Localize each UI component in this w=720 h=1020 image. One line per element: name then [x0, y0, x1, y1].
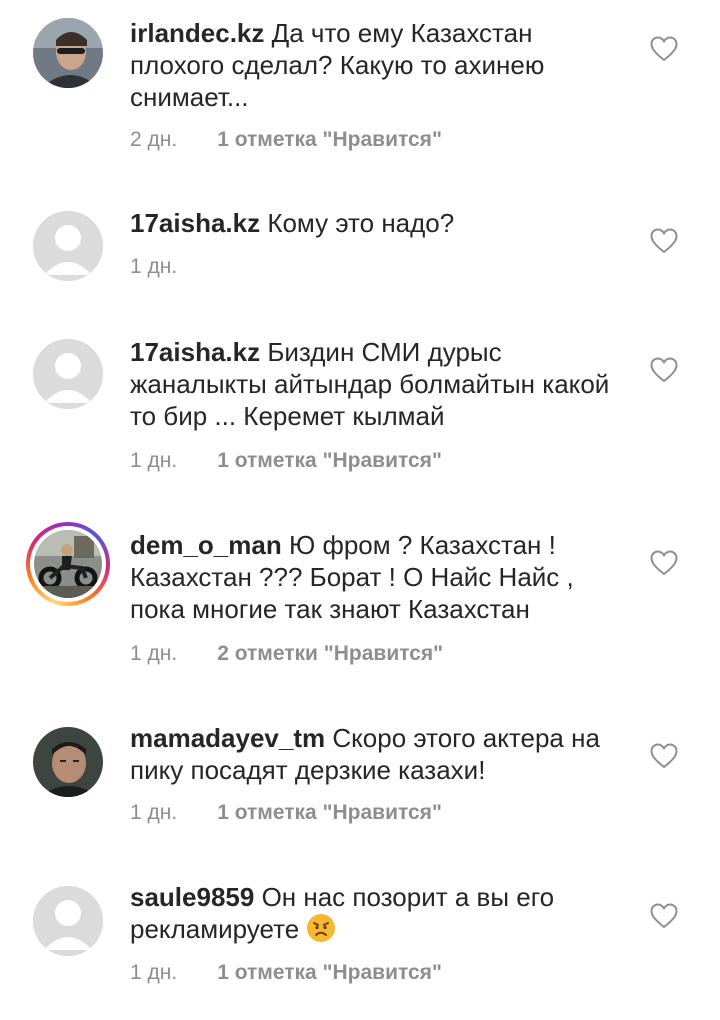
heart-icon[interactable]: [650, 903, 678, 929]
heart-icon[interactable]: [650, 357, 678, 383]
comment-username[interactable]: irlandec.kz: [130, 18, 264, 48]
avatar-photo: [33, 18, 103, 88]
persevering-face-emoji-icon: [307, 914, 336, 942]
comment-likes[interactable]: 1 отметка "Нравится": [217, 961, 442, 984]
comment-username[interactable]: dem_o_man: [130, 530, 282, 560]
avatar[interactable]: [33, 886, 103, 956]
comment-time: 1 дн.: [130, 449, 178, 472]
comment-likes[interactable]: 1 отметка "Нравится": [217, 449, 442, 472]
comment-meta: 1 дн.: [130, 254, 177, 280]
avatar[interactable]: [33, 339, 103, 409]
comment-username[interactable]: 17aisha.kz: [130, 208, 260, 238]
comment-likes[interactable]: 1 отметка "Нравится": [217, 801, 442, 824]
avatar[interactable]: [33, 18, 103, 88]
comment-text: dem_o_man Ю фром ? Казахстан ! Казахстан…: [130, 529, 620, 625]
comments-list: irlandec.kz Да что ему Казахстан плохого…: [0, 0, 720, 1020]
comment-text: 17aisha.kz Биздин СМИ дурыс жаналыкты ай…: [130, 336, 620, 432]
default-avatar-icon: [33, 211, 103, 281]
comment-meta: 1 дн. 1 отметка "Нравится": [130, 960, 442, 986]
comment-meta: 1 дн. 1 отметка "Нравится": [130, 448, 442, 474]
default-avatar-icon: [33, 886, 103, 956]
comment-username[interactable]: saule9859: [130, 882, 254, 912]
comment-text: 17aisha.kz Кому это надо?: [130, 207, 620, 239]
comment-username[interactable]: mamadayev_tm: [130, 723, 325, 753]
comment-time: 2 дн.: [130, 128, 178, 151]
comment-meta: 1 дн. 2 отметки "Нравится": [130, 641, 443, 667]
comment-likes[interactable]: 2 отметки "Нравится": [217, 642, 443, 665]
avatar-photo: [34, 530, 102, 598]
heart-icon[interactable]: [650, 550, 678, 576]
comment-text: mamadayev_tm Скоро этого актера на пику …: [130, 722, 620, 786]
comment-meta: 1 дн. 1 отметка "Нравится": [130, 800, 442, 826]
avatar[interactable]: [33, 211, 103, 281]
avatar[interactable]: [33, 727, 103, 797]
comment-text: saule9859 Он нас позорит а вы его реклам…: [130, 881, 620, 945]
comment-text: irlandec.kz Да что ему Казахстан плохого…: [130, 17, 620, 113]
comment-likes[interactable]: 1 отметка "Нравится": [217, 128, 442, 151]
heart-icon[interactable]: [650, 36, 678, 62]
comment-body: Кому это надо?: [267, 208, 455, 238]
avatar-photo: [33, 727, 103, 797]
comment-time: 1 дн.: [130, 801, 178, 824]
comment-username[interactable]: 17aisha.kz: [130, 337, 260, 367]
comment-meta: 2 дн. 1 отметка "Нравится": [130, 127, 442, 153]
heart-icon[interactable]: [650, 228, 678, 254]
heart-icon[interactable]: [650, 743, 678, 769]
comment-time: 1 дн.: [130, 642, 178, 665]
default-avatar-icon: [33, 339, 103, 409]
avatar-story-ring[interactable]: [26, 522, 110, 606]
comment-time: 1 дн.: [130, 255, 178, 278]
comment-time: 1 дн.: [130, 961, 178, 984]
